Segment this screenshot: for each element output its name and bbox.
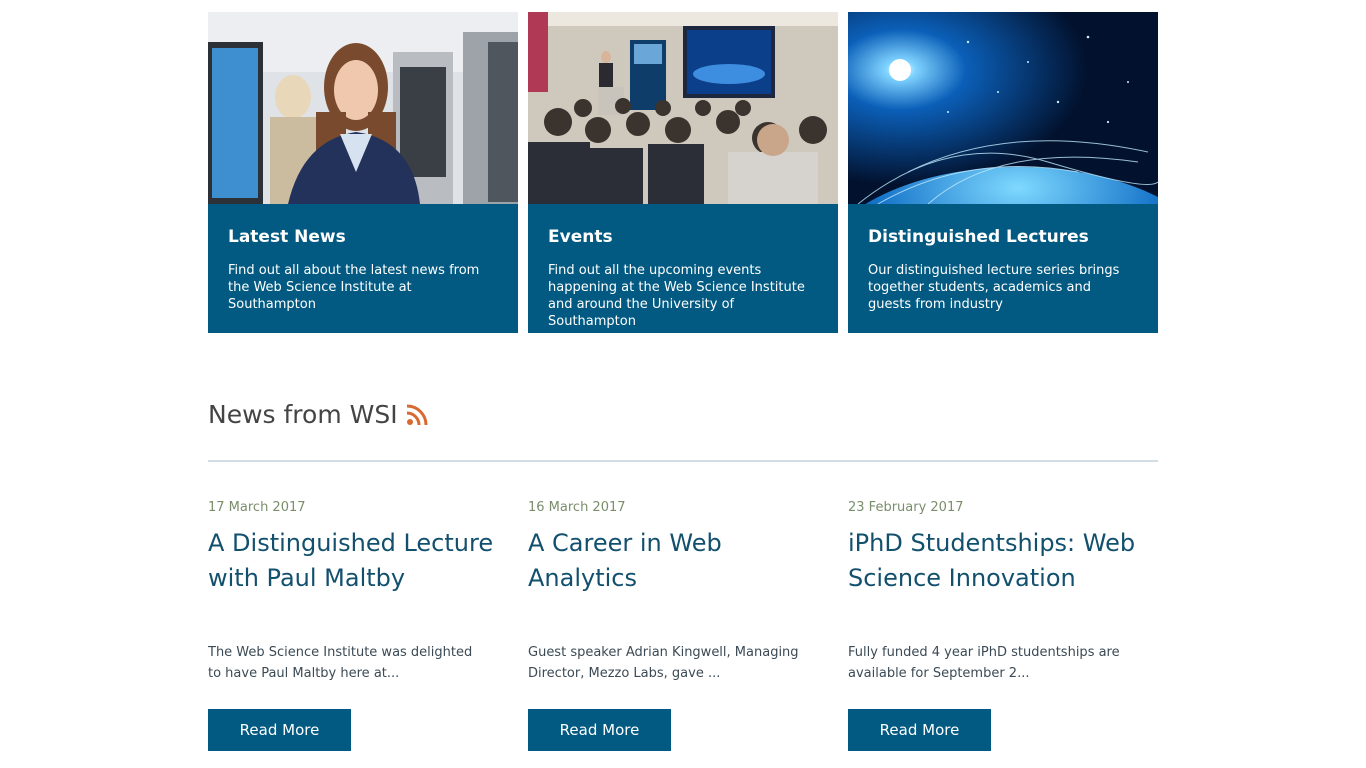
news-excerpt: Guest speaker Adrian Kingwell, Managing …	[528, 645, 799, 681]
rss-icon[interactable]	[406, 404, 428, 426]
card-description: Find out all about the latest news from …	[228, 263, 480, 312]
card-title: Latest News	[228, 227, 346, 247]
news-section-title: News from WSI	[208, 400, 398, 429]
section-divider	[208, 460, 1158, 462]
glowing-globe-network-photo	[848, 12, 1158, 204]
news-date: 17 March 2017	[208, 500, 306, 515]
news-date: 16 March 2017	[528, 500, 626, 515]
news-item: 17 March 2017 A Distinguished Lecture wi…	[208, 498, 518, 758]
news-headline-link[interactable]: A Career in Web Analytics	[528, 526, 828, 596]
news-date: 23 February 2017	[848, 500, 964, 515]
news-excerpt: The Web Science Institute was delighted …	[208, 645, 473, 681]
news-item: 23 February 2017 iPhD Studentships: Web …	[848, 498, 1158, 758]
card-description: Find out all the upcoming events happeni…	[548, 263, 805, 329]
card-title: Events	[548, 227, 613, 247]
card-description: Our distinguished lecture series brings …	[868, 263, 1120, 312]
card-title: Distinguished Lectures	[868, 227, 1089, 247]
student-at-computer-photo	[208, 12, 518, 204]
read-more-button[interactable]: Read More	[208, 709, 351, 751]
feature-cards: Latest News Find out all about the lates…	[208, 12, 1158, 333]
news-headline-link[interactable]: iPhD Studentships: Web Science Innovatio…	[848, 526, 1148, 596]
news-section-header: News from WSI	[208, 398, 428, 432]
lecture-audience-photo	[528, 12, 838, 204]
read-more-button[interactable]: Read More	[848, 709, 991, 751]
read-more-button[interactable]: Read More	[528, 709, 671, 751]
news-excerpt: Fully funded 4 year iPhD studentships ar…	[848, 645, 1120, 681]
news-list: 17 March 2017 A Distinguished Lecture wi…	[208, 498, 1158, 758]
news-headline-link[interactable]: A Distinguished Lecture with Paul Maltby	[208, 526, 508, 596]
card-events[interactable]: Events Find out all the upcoming events …	[528, 12, 838, 333]
news-item: 16 March 2017 A Career in Web Analytics …	[528, 498, 838, 758]
card-latest-news[interactable]: Latest News Find out all about the lates…	[208, 12, 518, 333]
card-distinguished-lectures[interactable]: Distinguished Lectures Our distinguished…	[848, 12, 1158, 333]
